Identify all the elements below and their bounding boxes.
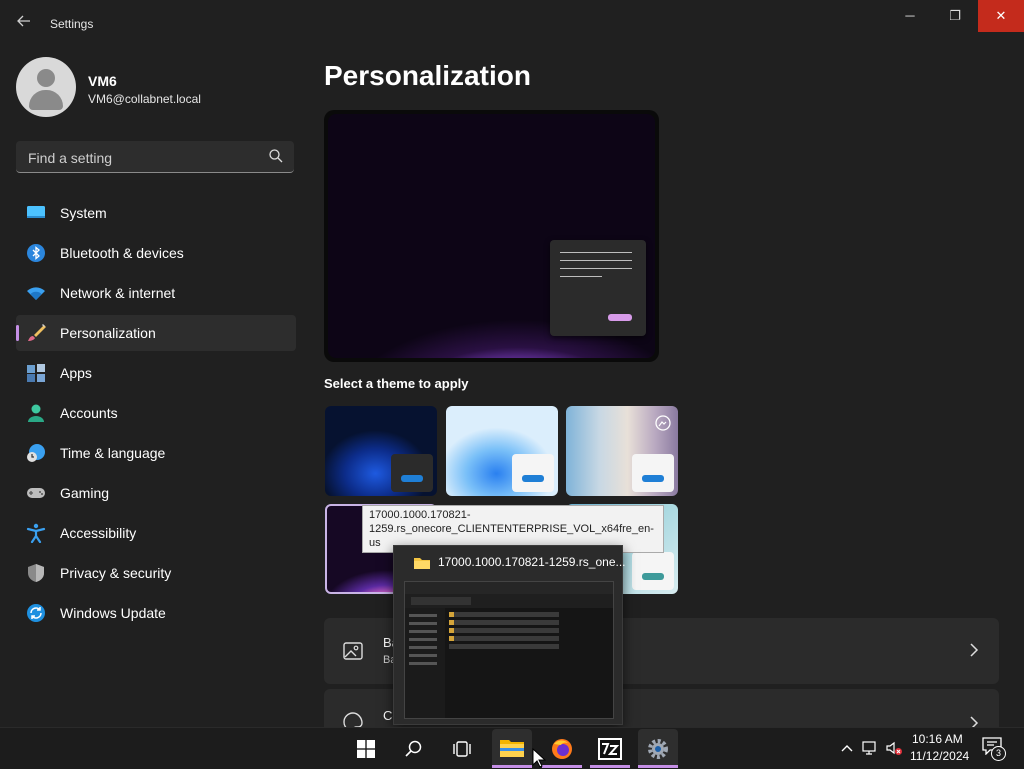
taskbar-search-button[interactable] — [394, 729, 434, 768]
minimize-button[interactable]: ─ — [887, 0, 933, 32]
avatar — [16, 57, 76, 117]
sidebar-item-windows-update[interactable]: Windows Update — [16, 595, 296, 631]
search-box[interactable] — [16, 141, 294, 173]
sidebar-item-label: Gaming — [60, 485, 110, 501]
sidebar-item-label: Accessibility — [60, 525, 137, 541]
sidebar-item-time-language[interactable]: Time & language — [16, 435, 296, 471]
taskbar-window-preview[interactable]: 17000.1000.170821-1259.rs_one... — [393, 545, 626, 725]
update-icon — [27, 604, 45, 622]
clock-globe-icon — [27, 444, 45, 462]
chevron-right-icon — [970, 716, 979, 727]
title-bar: Settings ─ ❐ ✕ — [0, 0, 1024, 48]
app-title: Settings — [50, 17, 94, 31]
restore-button[interactable]: ❐ — [932, 0, 978, 32]
user-name: VM6 — [88, 73, 117, 89]
theme-captured-motion[interactable] — [566, 406, 678, 496]
sidebar-item-accessibility[interactable]: Accessibility — [16, 515, 296, 551]
search-icon — [405, 740, 422, 757]
theme-windows-dark[interactable] — [325, 406, 437, 496]
palette-icon — [343, 712, 363, 727]
sidebar-item-label: Time & language — [60, 445, 166, 461]
sidebar-item-label: System — [60, 205, 107, 221]
preview-window — [550, 240, 646, 336]
notification-center-button[interactable]: 3 — [982, 737, 1006, 761]
search-input[interactable] — [26, 147, 260, 169]
user-email: VM6@collabnet.local — [88, 92, 201, 106]
sidebar-item-privacy[interactable]: Privacy & security — [16, 555, 296, 591]
clock-time[interactable]: 10:16 AM — [912, 732, 963, 746]
bluetooth-icon — [27, 244, 45, 262]
wifi-icon — [27, 287, 45, 300]
taskbar-firefox[interactable] — [542, 729, 582, 768]
gamepad-icon — [27, 488, 45, 498]
sidebar-item-label: Accounts — [60, 405, 118, 421]
sidebar-item-system[interactable]: System — [16, 195, 296, 231]
gear-icon — [648, 739, 668, 759]
sidebar-item-accounts[interactable]: Accounts — [16, 395, 296, 431]
sidebar-nav: System Bluetooth & devices Network & int… — [16, 195, 296, 635]
monitor-icon — [27, 206, 45, 218]
clock-date[interactable]: 11/12/2024 — [910, 749, 969, 763]
sidebar-item-bluetooth[interactable]: Bluetooth & devices — [16, 235, 296, 271]
theme-preview — [324, 110, 659, 362]
apps-icon — [27, 364, 45, 382]
taskbar-7zip[interactable] — [590, 729, 630, 768]
firefox-icon — [552, 739, 572, 759]
preview-window-title: 17000.1000.170821-1259.rs_one... — [438, 555, 626, 569]
sidebar-item-gaming[interactable]: Gaming — [16, 475, 296, 511]
volume-muted-icon[interactable] — [886, 740, 902, 756]
sidebar-item-label: Privacy & security — [60, 565, 172, 581]
start-button[interactable] — [346, 729, 386, 768]
mouse-cursor-icon — [532, 748, 546, 768]
user-profile[interactable]: VM6 VM6@collabnet.local — [16, 57, 296, 117]
accessibility-icon — [26, 523, 46, 543]
theme-windows-light[interactable] — [446, 406, 558, 496]
task-view-icon — [453, 741, 471, 757]
sidebar-item-network[interactable]: Network & internet — [16, 275, 296, 311]
chevron-up-icon[interactable] — [839, 740, 855, 756]
sidebar-item-apps[interactable]: Apps — [16, 355, 296, 391]
7zip-icon — [598, 738, 622, 760]
sidebar-item-label: Windows Update — [60, 605, 166, 621]
taskbar: 10:16 AM 11/12/2024 3 — [0, 727, 1024, 769]
preview-thumbnail[interactable] — [404, 581, 614, 719]
sidebar-item-label: Bluetooth & devices — [60, 245, 184, 261]
image-icon — [343, 642, 363, 660]
close-button[interactable]: ✕ — [978, 0, 1024, 32]
back-arrow-icon[interactable] — [14, 13, 34, 33]
network-icon[interactable] — [862, 740, 878, 756]
windows-logo-icon — [357, 740, 375, 758]
sidebar-item-personalization[interactable]: Personalization — [16, 315, 296, 351]
sidebar-item-label: Apps — [60, 365, 92, 381]
shield-icon — [28, 564, 44, 582]
chevron-right-icon — [970, 643, 979, 657]
notification-count: 3 — [991, 746, 1006, 761]
paintbrush-icon — [28, 324, 46, 341]
page-title: Personalization — [324, 60, 531, 91]
sidebar-item-label: Personalization — [60, 325, 156, 341]
search-icon[interactable] — [268, 148, 284, 164]
sidebar-item-label: Network & internet — [60, 285, 176, 301]
taskbar-settings[interactable] — [638, 729, 678, 768]
folder-icon — [414, 558, 430, 569]
person-icon — [28, 404, 44, 422]
task-view-button[interactable] — [442, 729, 482, 768]
taskbar-file-explorer[interactable] — [492, 729, 532, 768]
folder-icon — [500, 740, 524, 757]
slideshow-icon — [655, 415, 671, 431]
themes-section-label: Select a theme to apply — [324, 376, 469, 391]
